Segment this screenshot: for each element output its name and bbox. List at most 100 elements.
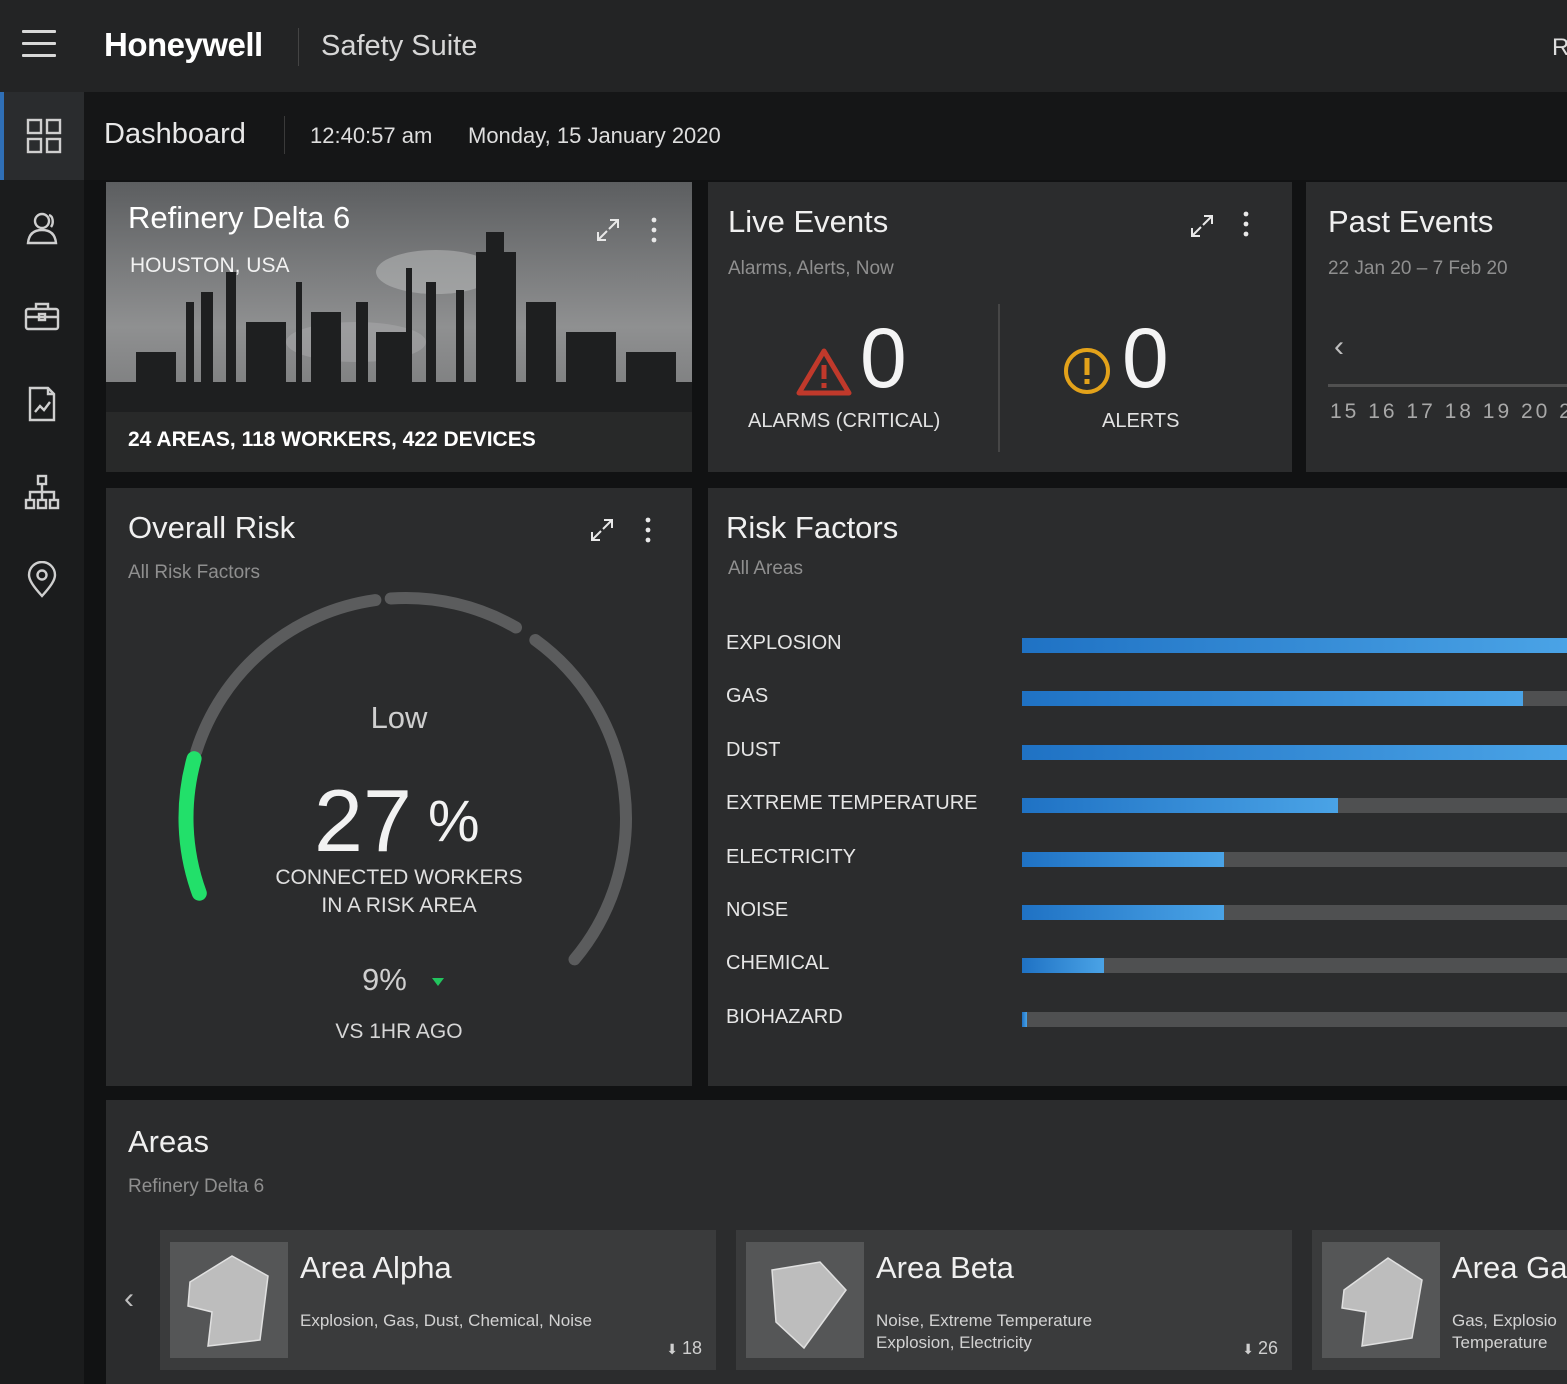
- site-location: HOUSTON, USA: [130, 254, 290, 277]
- risk-factor-track: [1022, 798, 1567, 814]
- risk-factor-track: [1022, 905, 1567, 920]
- chevron-left-icon[interactable]: ‹: [1334, 330, 1344, 364]
- more-options-icon[interactable]: [640, 216, 668, 244]
- risk-factor-label: GAS: [726, 685, 769, 708]
- past-events-title: Past Events: [1328, 204, 1494, 239]
- more-options-icon[interactable]: [634, 516, 662, 544]
- page-title: Dashboard: [104, 118, 246, 150]
- sidebar-item-dashboard[interactable]: [0, 92, 84, 180]
- site-title: Refinery Delta 6: [128, 200, 351, 235]
- live-events-card[interactable]: Live Events Alarms, Alerts, Now 0 ALARMS…: [708, 182, 1292, 472]
- area-worker-count-value: 26: [1257, 1338, 1278, 1358]
- area-name: Area Alpha: [300, 1250, 452, 1285]
- worker-icon: ⬇: [666, 1341, 678, 1357]
- live-events-title: Live Events: [728, 204, 889, 239]
- brand-logo: Honeywell: [104, 26, 263, 63]
- sidebar-item-location[interactable]: [0, 536, 84, 624]
- risk-factor-bar: [1022, 905, 1224, 920]
- risk-factor-bar: [1022, 798, 1339, 814]
- area-worker-count-value: 18: [681, 1338, 702, 1358]
- location-pin-icon: [27, 561, 57, 598]
- worker-icon: ⬇: [1242, 1341, 1254, 1357]
- area-risks: Noise, Extreme Temperature Explosion, El…: [876, 1311, 1093, 1352]
- timeline-days: 15 16 17 18 19 20 2: [1330, 400, 1567, 423]
- app-name: Safety Suite: [321, 30, 478, 62]
- overall-risk-title: Overall Risk: [128, 510, 296, 545]
- risk-factors-card[interactable]: Risk Factors All Areas EXPLOSION GAS DUST E…: [708, 488, 1567, 1086]
- risk-factor-track: [1022, 851, 1567, 867]
- sidebar: [0, 92, 84, 1384]
- area-card[interactable]: Area Ga Gas, Explosio Temperature: [1312, 1230, 1567, 1370]
- sidebar-item-hierarchy[interactable]: [0, 448, 84, 536]
- overall-risk-subtitle: All Risk Factors: [128, 562, 260, 583]
- overall-risk-card[interactable]: Overall Risk All Risk Factors Low 27 % C…: [106, 488, 692, 1086]
- risk-gauge-track-segment: [384, 591, 522, 634]
- risk-factor-bar: [1022, 638, 1567, 653]
- risk-factor-track: [1022, 958, 1567, 974]
- area-map-thumbnail: [746, 1242, 864, 1358]
- expand-icon[interactable]: [594, 216, 622, 244]
- site-card[interactable]: Refinery Delta 6 HOUSTON, USA 24 AREAS, …: [106, 182, 692, 472]
- menu-icon[interactable]: [22, 30, 56, 62]
- risk-factor-track: [1022, 691, 1567, 707]
- sidebar-item-toolbox[interactable]: [0, 272, 84, 360]
- risk-factor-track: [1022, 1011, 1567, 1027]
- risk-factor-bar: [1022, 958, 1104, 974]
- risk-factor-label: CHEMICAL: [726, 952, 830, 975]
- risk-factor-row[interactable]: GAS: [708, 679, 1567, 719]
- risk-factor-bar: [1022, 1011, 1028, 1027]
- more-options-icon[interactable]: [1232, 210, 1260, 238]
- expand-icon[interactable]: [588, 516, 616, 544]
- expand-icon[interactable]: [1188, 212, 1216, 240]
- risk-factor-bar: [1022, 691, 1524, 707]
- risk-factor-row[interactable]: EXPLOSION: [708, 626, 1567, 666]
- risk-factor-row[interactable]: NOISE: [708, 893, 1567, 933]
- header-divider: [284, 116, 285, 154]
- area-card[interactable]: Area Alpha Explosion, Gas, Dust, Chemica…: [160, 1230, 716, 1370]
- risk-delta-caption: VS 1HR AGO: [335, 1020, 463, 1043]
- site-stats: 24 AREAS, 118 WORKERS, 422 DEVICES: [128, 428, 536, 451]
- live-events-divider: [998, 304, 1000, 452]
- risk-caption-line2: IN A RISK AREA: [321, 894, 477, 917]
- area-card[interactable]: Area Beta Noise, Extreme Temperature Exp…: [736, 1230, 1292, 1370]
- risk-factors-subtitle: All Areas: [728, 558, 803, 579]
- trend-down-icon: [432, 978, 444, 986]
- alarms-label: ALARMS (CRITICAL): [748, 410, 941, 432]
- area-worker-count: ⬇ 26: [1242, 1338, 1278, 1359]
- brand-divider: [298, 28, 299, 66]
- risk-factor-label: ELECTRICITY: [726, 845, 857, 868]
- alerts-count: 0: [1122, 311, 1169, 405]
- areas-section: Areas Refinery Delta 6 ‹ Area Alpha Expl…: [106, 1100, 1567, 1384]
- risk-factor-row[interactable]: CHEMICAL: [708, 946, 1567, 986]
- risk-caption-line1: CONNECTED WORKERS: [275, 866, 523, 889]
- risk-factor-row[interactable]: EXTREME TEMPERATURE: [708, 786, 1567, 826]
- risk-factor-label: EXPLOSION: [726, 632, 842, 654]
- risk-factor-label: EXTREME TEMPERATURE: [726, 792, 978, 815]
- risk-factor-bar: [1022, 851, 1224, 867]
- toolbox-icon: [24, 302, 60, 331]
- sidebar-item-people[interactable]: [0, 184, 84, 272]
- area-risks: Explosion, Gas, Dust, Chemical, Noise: [300, 1311, 592, 1330]
- alarm-warning-icon: [796, 348, 852, 396]
- risk-factor-row[interactable]: ELECTRICITY: [708, 840, 1567, 880]
- past-events-card[interactable]: Past Events 22 Jan 20 – 7 Feb 20 ‹ 15 16…: [1306, 182, 1567, 472]
- report-icon: [28, 386, 56, 422]
- top-right-partial-text[interactable]: R: [1552, 34, 1567, 62]
- risk-factor-bar: [1022, 744, 1567, 760]
- top-bar: Honeywell Safety Suite R: [0, 0, 1567, 92]
- risk-factor-row[interactable]: DUST: [708, 733, 1567, 773]
- dashboard-grid-icon: [26, 118, 62, 154]
- timeline-axis: [1328, 384, 1567, 387]
- sidebar-item-reports[interactable]: [0, 360, 84, 448]
- areas-subtitle: Refinery Delta 6: [128, 1176, 265, 1197]
- chevron-left-icon[interactable]: ‹: [124, 1282, 134, 1316]
- hierarchy-icon: [24, 474, 60, 510]
- risk-factor-track: [1022, 638, 1567, 653]
- areas-title: Areas: [128, 1124, 209, 1159]
- risk-factor-row[interactable]: BIOHAZARD: [708, 1000, 1567, 1040]
- current-time: 12:40:57 am: [310, 123, 433, 148]
- area-map-thumbnail: [1322, 1242, 1440, 1358]
- risk-delta: 9%: [362, 962, 407, 997]
- alarms-count: 0: [860, 311, 907, 405]
- alerts-label: ALERTS: [1102, 410, 1180, 432]
